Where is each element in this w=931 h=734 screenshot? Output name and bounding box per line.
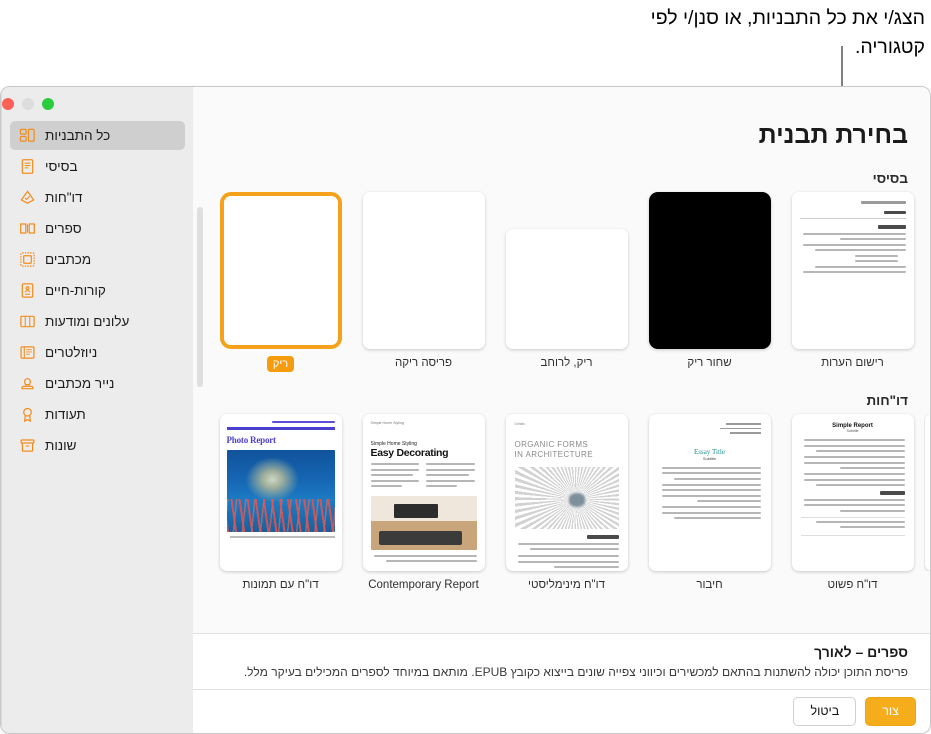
template-row-basic: ריק פריסה ריקה ריק, לרוחב שחור ריק רישום… <box>209 192 914 373</box>
template-scroll-area[interactable]: בחירת תבנית בסיסי ריק פריסה ריקה ריק, לר… <box>193 87 930 633</box>
sidebar-item-label: מכתבים <box>45 252 92 267</box>
sidebar-item-label: דו"חות <box>45 190 83 205</box>
category-list: כל התבניות בסיסי דו"חות ספרים מכתבים קור… <box>2 121 193 460</box>
template-tile[interactable]: Simple Report Subtitle דו"ח פשוט <box>781 414 924 593</box>
template-label: ריק, לרוחב <box>540 357 593 369</box>
books-icon <box>18 220 36 238</box>
dialog-action-bar: צור ביטול <box>193 689 930 733</box>
sidebar-item-stationery[interactable]: נייר מכתבים <box>10 369 185 398</box>
template-chooser-window: בחירת תבנית בסיסי ריק פריסה ריקה ריק, לר… <box>0 86 931 734</box>
sidebar-item-flyers-posters[interactable]: עלונים ומודעות <box>10 307 185 336</box>
template-tile-partial[interactable] <box>924 414 930 572</box>
basic-document-icon <box>18 158 36 176</box>
template-thumbnail-note-taking[interactable] <box>791 192 914 349</box>
sidebar-item-label: שונות <box>45 438 77 453</box>
sidebar-item-label: בסיסי <box>45 159 78 174</box>
sidebar-item-label: ספרים <box>45 221 82 236</box>
cancel-button[interactable]: ביטול <box>793 697 857 726</box>
sidebar-item-label: ניוזלטרים <box>45 345 98 360</box>
template-thumbnail-simple-report[interactable]: Simple Report Subtitle <box>791 414 914 572</box>
create-button[interactable]: צור <box>865 697 916 726</box>
template-thumbnail-contemporary-report[interactable]: Simple Home Styling Simple Home Styling … <box>362 414 485 572</box>
sidebar-item-certificates[interactable]: תעודות <box>10 400 185 429</box>
sidebar-item-label: תעודות <box>45 407 86 422</box>
sidebar-item-reports[interactable]: דו"חות <box>10 183 185 212</box>
template-label: דו"ח עם תמונות <box>242 579 319 592</box>
flyers-posters-icon <box>18 313 36 331</box>
resume-icon <box>18 282 36 300</box>
vertical-scrollbar[interactable] <box>197 207 203 387</box>
minimize-button[interactable] <box>22 98 34 110</box>
thumbnail-wrapper: Essay Title Subtitle <box>648 414 771 572</box>
template-thumbnail-blank[interactable] <box>219 192 342 349</box>
template-thumbnail-minimalist-report[interactable]: Details ORGANIC FORMS IN ARCHITECTURE <box>505 414 628 572</box>
template-label: ריק <box>266 356 295 373</box>
sidebar-item-newsletters[interactable]: ניוזלטרים <box>10 338 185 367</box>
template-thumbnail-partial[interactable] <box>925 414 930 572</box>
sidebar-item-all-templates[interactable]: כל התבניות <box>10 121 185 150</box>
template-tile[interactable]: ריק <box>209 192 352 373</box>
template-thumbnail-blank-landscape[interactable] <box>505 229 628 349</box>
thumbnail-wrapper <box>648 192 771 349</box>
thumbnail-wrapper: Simple Report Subtitle <box>791 414 914 572</box>
page-title: בחירת תבנית <box>758 121 908 149</box>
template-tile[interactable]: פריסה ריקה <box>352 192 495 371</box>
template-description-text: פריסת התוכן יכולה להשתנות בהתאם למכשירים… <box>243 664 908 679</box>
sidebar-item-miscellaneous[interactable]: שונות <box>10 431 185 460</box>
category-sidebar: כל התבניות בסיסי דו"חות ספרים מכתבים קור… <box>1 87 193 733</box>
miscellaneous-icon <box>18 437 36 455</box>
letters-icon <box>18 251 36 269</box>
thumbnail-wrapper: Simple Home Styling Simple Home Styling … <box>362 414 485 572</box>
sidebar-item-label: כל התבניות <box>45 128 111 143</box>
template-tile[interactable]: ריק, לרוחב <box>495 192 638 371</box>
zoom-button[interactable] <box>42 98 54 110</box>
template-label: פריסה ריקה <box>394 357 453 369</box>
thumbnail-wrapper <box>362 192 485 349</box>
thumbnail-wrapper <box>791 192 914 349</box>
sidebar-item-resume[interactable]: קורות-חיים <box>10 276 185 305</box>
template-label: Contemporary Report <box>368 579 479 592</box>
main-content-area: בחירת תבנית בסיסי ריק פריסה ריקה ריק, לר… <box>193 87 930 733</box>
template-label: רישום הערות <box>821 357 884 369</box>
template-thumbnail-blank-black[interactable] <box>648 192 771 349</box>
template-thumbnail-essay[interactable]: Essay Title Subtitle <box>648 414 771 572</box>
section-heading-basic: בסיסי <box>872 171 908 186</box>
template-thumbnail-photo-report[interactable]: Photo Report <box>219 414 342 572</box>
template-tile[interactable]: רישום הערות <box>781 192 924 371</box>
newsletters-icon <box>18 344 36 362</box>
stationery-icon <box>18 375 36 393</box>
template-label: חיבור <box>696 579 723 592</box>
sidebar-item-label: עלונים ומודעות <box>45 314 130 329</box>
sidebar-item-books[interactable]: ספרים <box>10 214 185 243</box>
sidebar-item-label: נייר מכתבים <box>45 376 115 391</box>
template-tile[interactable]: Simple Home Styling Simple Home Styling … <box>352 414 495 593</box>
thumbnail-wrapper <box>924 414 930 572</box>
template-tile[interactable]: Photo Report דו"ח עם תמונות <box>209 414 352 593</box>
screenshot-root: הצג/י את כל התבניות, או סנן/י לפי קטגורי… <box>0 0 931 734</box>
sidebar-item-letters[interactable]: מכתבים <box>10 245 185 274</box>
template-label: דו"ח מינימליסטי <box>528 579 606 592</box>
thumbnail-wrapper <box>505 192 628 349</box>
template-label: דו"ח פשוט <box>827 579 878 592</box>
certificates-icon <box>18 406 36 424</box>
thumbnail-wrapper: Photo Report <box>219 414 342 572</box>
thumbnail-wrapper: Details ORGANIC FORMS IN ARCHITECTURE <box>505 414 628 572</box>
callout-annotation: הצג/י את כל התבניות, או סנן/י לפי קטגורי… <box>650 7 925 59</box>
sidebar-item-label: קורות-חיים <box>45 283 106 298</box>
template-tile[interactable]: Details ORGANIC FORMS IN ARCHITECTURE דו… <box>495 414 638 593</box>
template-thumbnail-blank-layout[interactable] <box>362 192 485 349</box>
template-label: שחור ריק <box>687 357 732 369</box>
template-description-panel: ספרים – לאורך פריסת התוכן יכולה להשתנות … <box>193 632 930 689</box>
all-templates-icon <box>18 127 36 145</box>
sidebar-item-basic[interactable]: בסיסי <box>10 152 185 181</box>
template-tile[interactable]: שחור ריק <box>638 192 781 371</box>
template-row-reports: Photo Report דו"ח עם תמונות Simple Home … <box>209 414 930 593</box>
template-description-title: ספרים – לאורך <box>814 643 908 660</box>
thumbnail-wrapper <box>219 192 342 349</box>
reports-icon <box>18 189 36 207</box>
template-tile[interactable]: Essay Title Subtitle חיבור <box>638 414 781 593</box>
close-button[interactable] <box>2 98 14 110</box>
section-heading-reports: דו"חות <box>866 393 908 409</box>
window-controls <box>2 98 181 111</box>
